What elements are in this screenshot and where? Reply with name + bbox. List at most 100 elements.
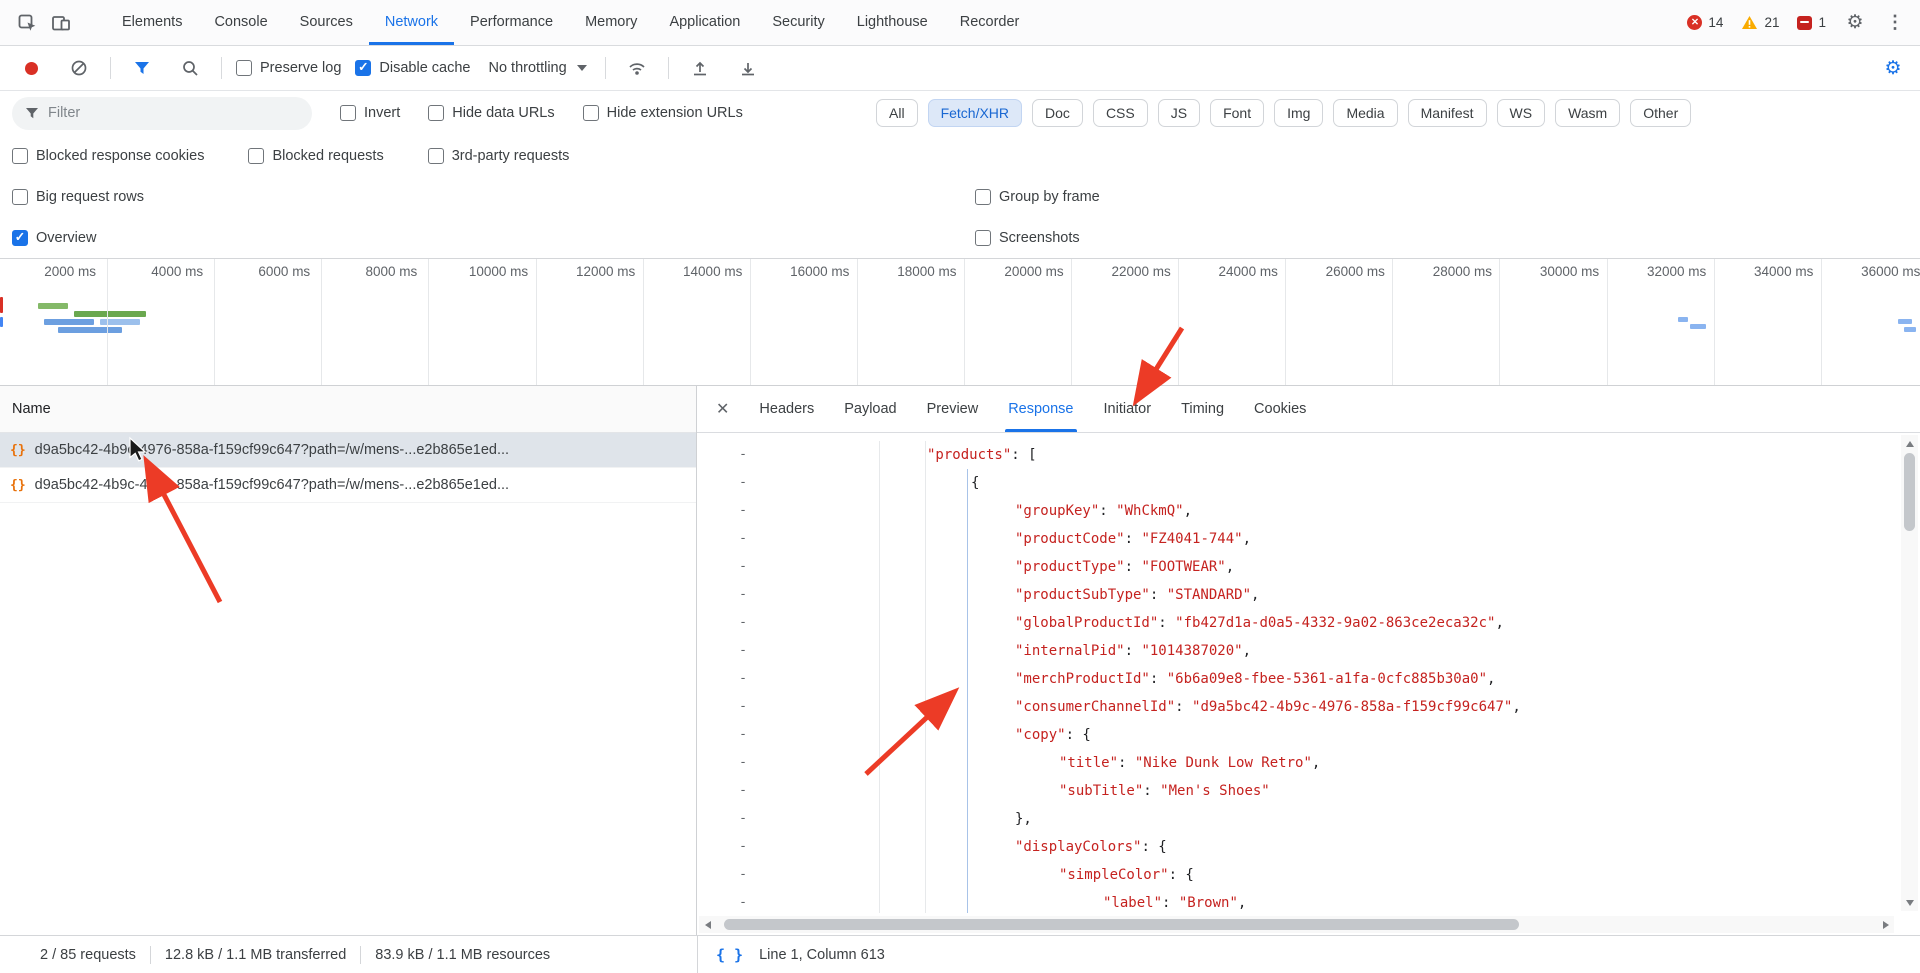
screenshots-option[interactable]: Screenshots xyxy=(975,230,1080,246)
error-badge[interactable]: ✕ 14 xyxy=(1681,15,1729,30)
fold-marker[interactable]: - xyxy=(697,553,757,581)
import-har-button[interactable] xyxy=(683,51,717,85)
throttling-select[interactable]: No throttling xyxy=(484,60,590,76)
fold-marker[interactable]: - xyxy=(697,833,757,861)
tab-elements[interactable]: Elements xyxy=(106,0,198,45)
details-tab-preview[interactable]: Preview xyxy=(912,386,994,432)
horizontal-scroll-thumb[interactable] xyxy=(724,919,1519,930)
scroll-left-button[interactable] xyxy=(699,916,716,933)
tab-network[interactable]: Network xyxy=(369,0,454,45)
record-network-log-button[interactable] xyxy=(14,51,48,85)
filter-pill-other[interactable]: Other xyxy=(1630,99,1691,127)
filter-pill-doc[interactable]: Doc xyxy=(1032,99,1083,127)
settings-button[interactable]: ⚙ xyxy=(1838,6,1872,40)
filter-input[interactable] xyxy=(48,105,288,121)
preserve-log-checkbox[interactable] xyxy=(236,60,252,76)
network-overview-timeline[interactable]: 2000 ms4000 ms6000 ms8000 ms10000 ms1200… xyxy=(0,258,1920,386)
disable-cache-checkbox[interactable] xyxy=(355,60,371,76)
network-conditions-button[interactable] xyxy=(620,51,654,85)
big-request-rows-checkbox[interactable] xyxy=(12,189,28,205)
issues-badge[interactable]: 1 xyxy=(1791,15,1832,30)
fold-marker[interactable]: - xyxy=(697,749,757,777)
name-column-header[interactable]: Name xyxy=(0,386,696,433)
tab-security[interactable]: Security xyxy=(756,0,840,45)
inspect-element-button[interactable] xyxy=(10,6,44,40)
third-party-requests-option[interactable]: 3rd-party requests xyxy=(428,148,570,164)
big-request-rows-option[interactable]: Big request rows xyxy=(12,189,144,205)
blocked-requests-option[interactable]: Blocked requests xyxy=(248,148,383,164)
fold-marker[interactable]: - xyxy=(697,581,757,609)
hide-extension-urls-option[interactable]: Hide extension URLs xyxy=(583,105,743,121)
warning-badge[interactable]: 21 xyxy=(1735,15,1785,30)
close-details-button[interactable]: ✕ xyxy=(701,399,744,419)
tab-console[interactable]: Console xyxy=(198,0,283,45)
scroll-up-button[interactable] xyxy=(1901,435,1918,452)
fold-marker[interactable]: - xyxy=(697,497,757,525)
fold-marker[interactable]: - xyxy=(697,861,757,889)
hide-extension-urls-checkbox[interactable] xyxy=(583,105,599,121)
blocked-requests-checkbox[interactable] xyxy=(248,148,264,164)
vertical-scrollbar[interactable] xyxy=(1901,435,1918,911)
filter-pill-manifest[interactable]: Manifest xyxy=(1408,99,1487,127)
overview-checkbox[interactable] xyxy=(12,230,28,246)
tab-application[interactable]: Application xyxy=(653,0,756,45)
filter-pill-all[interactable]: All xyxy=(876,99,918,127)
export-har-button[interactable] xyxy=(731,51,765,85)
filter-pill-css[interactable]: CSS xyxy=(1093,99,1148,127)
invert-option[interactable]: Invert xyxy=(340,105,400,121)
hide-data-urls-option[interactable]: Hide data URLs xyxy=(428,105,554,121)
fold-marker[interactable]: - xyxy=(697,637,757,665)
vertical-scroll-thumb[interactable] xyxy=(1904,453,1915,531)
details-tab-initiator[interactable]: Initiator xyxy=(1089,386,1167,432)
group-by-frame-checkbox[interactable] xyxy=(975,189,991,205)
tab-lighthouse[interactable]: Lighthouse xyxy=(841,0,944,45)
details-tab-response[interactable]: Response xyxy=(993,386,1088,432)
tab-memory[interactable]: Memory xyxy=(569,0,653,45)
clear-network-log-button[interactable] xyxy=(62,51,96,85)
request-row[interactable]: {}d9a5bc42-4b9c-4976-858a-f159cf99c647?p… xyxy=(0,468,696,503)
group-by-frame-option[interactable]: Group by frame xyxy=(975,189,1100,205)
filter-pill-media[interactable]: Media xyxy=(1333,99,1397,127)
details-tab-payload[interactable]: Payload xyxy=(829,386,911,432)
fold-marker[interactable]: - xyxy=(697,777,757,805)
tab-sources[interactable]: Sources xyxy=(284,0,369,45)
filter-pill-img[interactable]: Img xyxy=(1274,99,1323,127)
request-row[interactable]: {}d9a5bc42-4b9c-4976-858a-f159cf99c647?p… xyxy=(0,433,696,468)
fold-marker[interactable]: - xyxy=(697,889,757,917)
fold-marker[interactable]: - xyxy=(697,693,757,721)
fold-marker[interactable]: - xyxy=(697,805,757,833)
details-tab-timing[interactable]: Timing xyxy=(1166,386,1239,432)
fold-marker[interactable]: - xyxy=(697,721,757,749)
blocked-response-cookies-option[interactable]: Blocked response cookies xyxy=(12,148,204,164)
tab-performance[interactable]: Performance xyxy=(454,0,569,45)
filter-pill-fetch-xhr[interactable]: Fetch/XHR xyxy=(928,99,1022,127)
fold-marker[interactable]: - xyxy=(697,609,757,637)
tab-recorder[interactable]: Recorder xyxy=(944,0,1036,45)
network-settings-button[interactable]: ⚙ xyxy=(1876,51,1910,85)
preserve-log-option[interactable]: Preserve log xyxy=(236,60,341,76)
fold-marker[interactable]: - xyxy=(697,665,757,693)
fold-marker[interactable]: - xyxy=(697,469,757,497)
search-button[interactable] xyxy=(173,51,207,85)
filter-pill-font[interactable]: Font xyxy=(1210,99,1264,127)
filter-pill-wasm[interactable]: Wasm xyxy=(1555,99,1620,127)
disable-cache-option[interactable]: Disable cache xyxy=(355,60,470,76)
device-toolbar-button[interactable] xyxy=(44,6,78,40)
filter-pill-ws[interactable]: WS xyxy=(1497,99,1546,127)
horizontal-scrollbar[interactable] xyxy=(699,916,1894,933)
overview-option[interactable]: Overview xyxy=(12,230,96,246)
details-tab-headers[interactable]: Headers xyxy=(744,386,829,432)
fold-marker[interactable]: - xyxy=(697,525,757,553)
details-tab-cookies[interactable]: Cookies xyxy=(1239,386,1321,432)
fold-marker[interactable]: - xyxy=(697,441,757,469)
filter-toggle-button[interactable] xyxy=(125,51,159,85)
horizontal-scroll-track[interactable] xyxy=(716,916,1877,933)
screenshots-checkbox[interactable] xyxy=(975,230,991,246)
third-party-requests-checkbox[interactable] xyxy=(428,148,444,164)
scroll-down-button[interactable] xyxy=(1901,894,1918,911)
hide-data-urls-checkbox[interactable] xyxy=(428,105,444,121)
filter-pill-js[interactable]: JS xyxy=(1158,99,1200,127)
invert-checkbox[interactable] xyxy=(340,105,356,121)
blocked-response-cookies-checkbox[interactable] xyxy=(12,148,28,164)
scroll-right-button[interactable] xyxy=(1877,916,1894,933)
